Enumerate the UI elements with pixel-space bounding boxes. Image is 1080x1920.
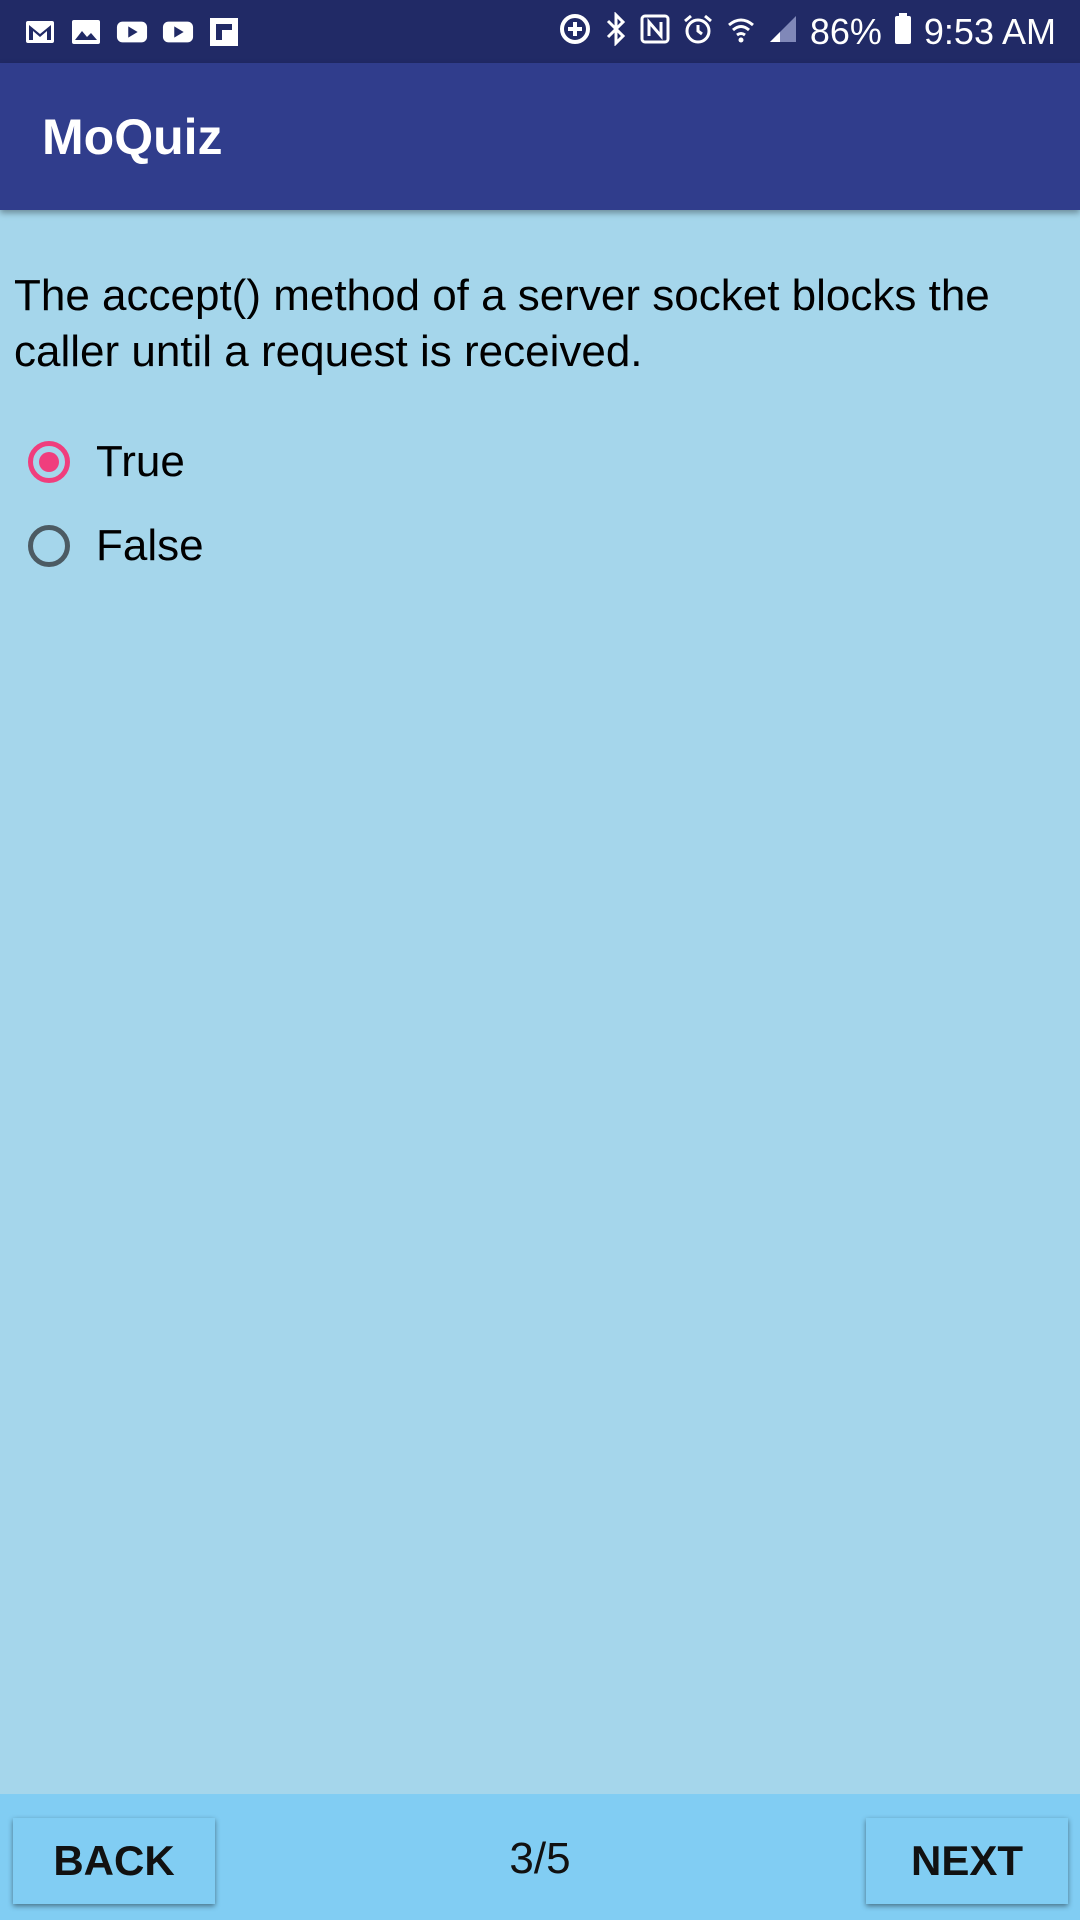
youtube-icon [116, 18, 148, 46]
data-saver-icon [558, 12, 592, 52]
radio-button[interactable] [28, 525, 70, 567]
clock: 9:53 AM [923, 10, 1056, 52]
gmail-icon [24, 18, 56, 46]
app-title: MoQuiz [42, 108, 223, 165]
question-text: The accept() method of a server socket b… [14, 271, 990, 376]
radio-button-selected[interactable] [28, 441, 70, 483]
option-label: False [96, 521, 204, 570]
status-bar: 86% 9:53 AM [0, 0, 1080, 63]
bluetooth-icon [604, 10, 628, 52]
signal-icon [768, 14, 798, 50]
option-false[interactable]: False [28, 504, 204, 588]
app-bar: MoQuiz [0, 63, 1080, 210]
wifi-icon [726, 14, 756, 50]
alarm-icon [682, 13, 714, 51]
flipboard-icon [208, 17, 240, 46]
option-label: True [96, 437, 185, 486]
option-true[interactable]: True [28, 420, 204, 504]
bottom-navigation: BACK 3/5 NEXT [0, 1794, 1080, 1920]
next-button[interactable]: NEXT [866, 1818, 1068, 1904]
system-icons: 86% 9:53 AM [558, 11, 1056, 53]
gallery-icon [70, 18, 102, 46]
nfc-icon [640, 14, 670, 50]
battery-icon [894, 12, 912, 51]
answer-options: True False [28, 420, 204, 588]
battery-percent: 86% [809, 10, 882, 52]
youtube-icon [162, 18, 194, 46]
notification-icons [24, 17, 240, 46]
